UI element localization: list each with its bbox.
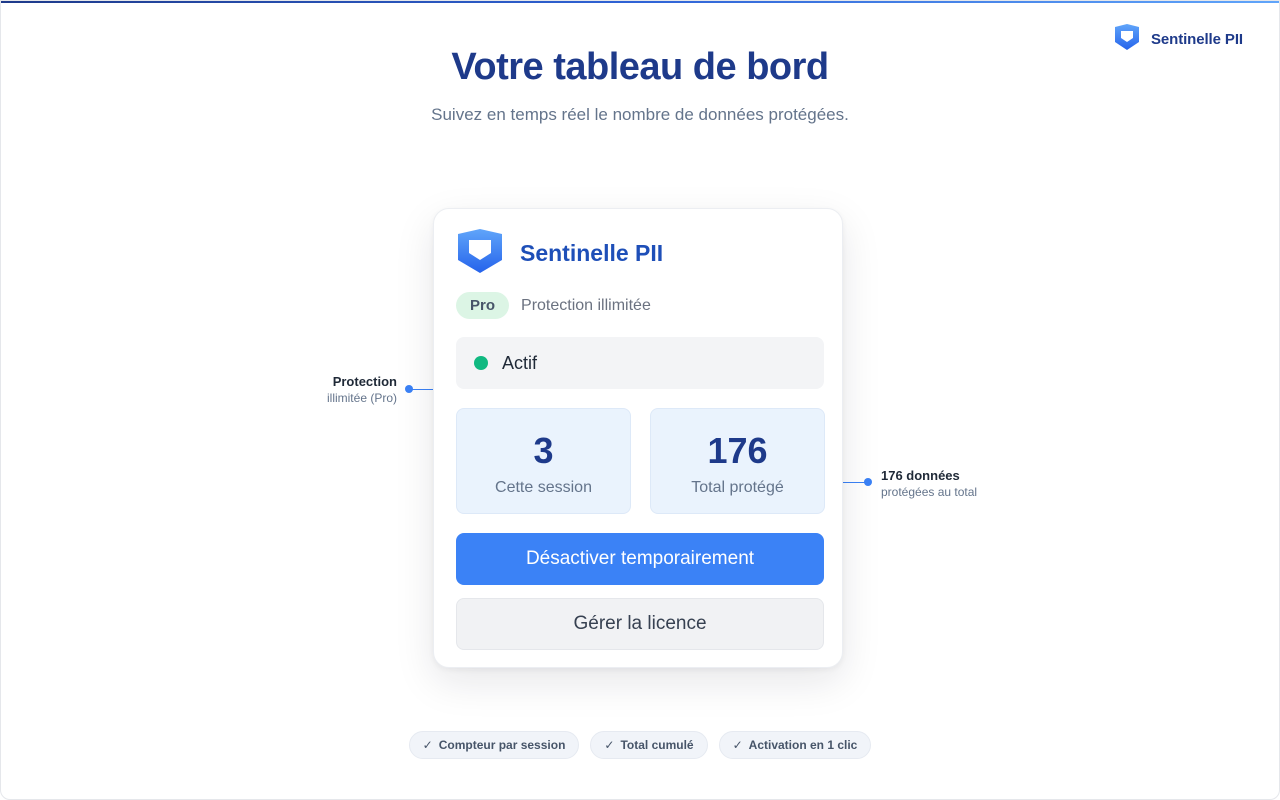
page-title: Votre tableau de bord	[451, 46, 829, 88]
protection-status: Actif	[456, 337, 824, 389]
callout-total-dot	[864, 478, 872, 486]
manage-license-button[interactable]: Gérer la licence	[456, 598, 824, 650]
page-subtitle: Suivez en temps réel le nombre de donnée…	[431, 105, 849, 124]
status-label: Actif	[502, 352, 538, 373]
feature-pills: ✓ Compteur par session ✓ Total cumulé ✓ …	[0, 731, 1280, 759]
stat-session-value: 3	[533, 430, 554, 471]
feature-pill: ✓ Activation en 1 clic	[718, 731, 872, 759]
extension-popup: Sentinelle PII Pro Protection illimitée …	[433, 208, 843, 668]
check-icon: ✓	[732, 738, 743, 752]
callout-total: 176 données protégées au total	[881, 467, 977, 500]
stat-total-value: 176	[707, 430, 768, 471]
status-indicator-dot	[474, 356, 488, 370]
callout-protection: Protection illimitée (Pro)	[290, 373, 397, 406]
feature-label: Activation en 1 clic	[748, 738, 858, 752]
shield-icon	[456, 227, 504, 280]
callout-total-title: 176 données	[881, 468, 960, 483]
disable-temporarily-button[interactable]: Désactiver temporairement	[456, 533, 824, 585]
feature-label: Total cumulé	[620, 738, 694, 752]
feature-label: Compteur par session	[438, 738, 566, 752]
callout-total-subtitle: protégées au total	[881, 485, 978, 499]
callout-protection-subtitle: illimitée (Pro)	[326, 391, 397, 405]
stat-total-label: Total protégé	[691, 479, 784, 496]
stat-session-label: Cette session	[495, 479, 592, 496]
popup-title: Sentinelle PII	[520, 240, 664, 266]
stat-session: 3 Cette session	[456, 408, 631, 514]
plan-description: Protection illimitée	[521, 296, 651, 314]
plan-badge: Pro	[456, 292, 510, 319]
stat-total: 176 Total protégé	[650, 408, 825, 514]
feature-pill: ✓ Total cumulé	[590, 731, 708, 759]
feature-pill: ✓ Compteur par session	[408, 731, 580, 759]
top-accent-bar	[0, 0, 1280, 3]
check-icon: ✓	[422, 738, 433, 752]
check-icon: ✓	[604, 738, 615, 752]
callout-protection-title: Protection	[332, 374, 397, 389]
popup-header: Sentinelle PII	[456, 227, 663, 280]
plan-row: Pro Protection illimitée	[456, 292, 651, 319]
